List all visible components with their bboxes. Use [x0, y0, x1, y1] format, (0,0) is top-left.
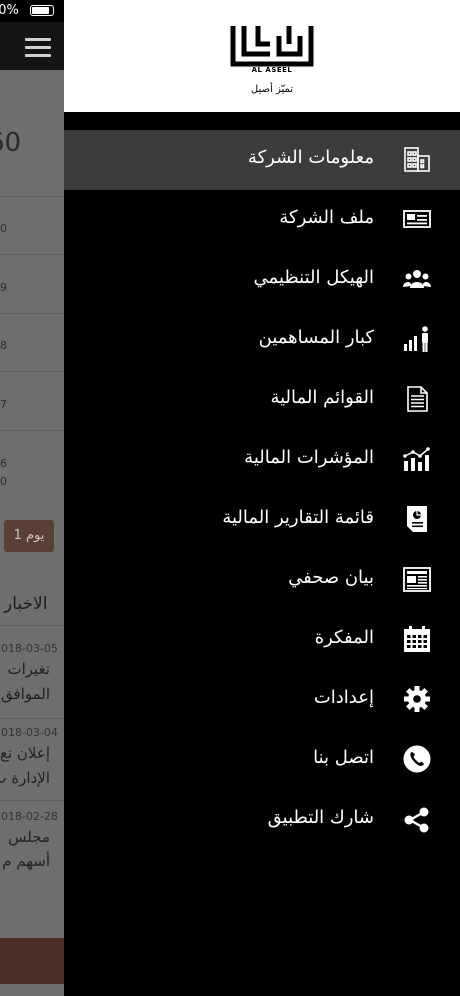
news-date: 2018-02-28 [0, 810, 58, 823]
menu-item-label: إعدادات [313, 687, 374, 708]
table-row: 0 [0, 222, 7, 235]
navigation-drawer: AL ASEEL تميّز أصيل معلومات الشركة ملف ا… [64, 0, 460, 996]
news-text[interactable]: تغيرات [7, 660, 50, 678]
menu-item-major-shareholders[interactable]: كبار المساهمين [64, 310, 460, 370]
drawer-menu: معلومات الشركة ملف الشركة الهيكل التنظيم… [64, 130, 460, 850]
news-text[interactable]: مجلس [8, 828, 50, 846]
bottom-bar [0, 938, 64, 984]
table-row: 8 [0, 339, 7, 352]
newspaper-icon [402, 564, 432, 594]
menu-item-press-release[interactable]: بيان صحفي [64, 550, 460, 610]
news-date: 2018-03-04 [0, 726, 58, 739]
news-text[interactable]: الإدارة ب [0, 769, 50, 787]
price-value: 60 [0, 128, 22, 158]
document-icon [402, 384, 432, 414]
menu-item-label: قائمة التقارير المالية [222, 507, 374, 528]
status-bar: 80% [0, 0, 64, 22]
table-row: 6 [0, 457, 7, 470]
menu-item-company-profile[interactable]: ملف الشركة [64, 190, 460, 250]
menu-item-label: المؤشرات المالية [244, 447, 374, 468]
menu-item-label: معلومات الشركة [247, 147, 374, 168]
building-icon [402, 144, 432, 174]
table-row: 9 [0, 281, 7, 294]
logo-tagline: تميّز أصيل [250, 84, 294, 95]
menu-item-label: ملف الشركة [279, 207, 374, 228]
period-button[interactable]: 1 يوم [4, 520, 54, 552]
drawer-header: AL ASEEL تميّز أصيل [64, 0, 460, 112]
id-card-icon [402, 204, 432, 234]
menu-item-label: المفكرة [314, 627, 374, 648]
hamburger-menu-icon[interactable] [25, 38, 51, 58]
menu-item-financial-reports[interactable]: قائمة التقارير المالية [64, 490, 460, 550]
menu-item-company-info[interactable]: معلومات الشركة [64, 130, 460, 190]
menu-item-financial-statements[interactable]: القوائم المالية [64, 370, 460, 430]
background-screen: 80% 60 0 9 8 7 6 0 1 يوم الاخبار 2018-03… [0, 0, 64, 996]
phone-icon [402, 744, 432, 774]
shareholders-icon [402, 324, 432, 354]
news-text[interactable]: إعلان تع [0, 744, 50, 762]
menu-item-contact-us[interactable]: اتصل بنا [64, 730, 460, 790]
share-icon [402, 804, 432, 834]
menu-item-label: الهيكل التنظيمي [253, 267, 374, 288]
battery-icon [30, 5, 54, 16]
alaseel-logo-mark-icon [230, 26, 314, 67]
table-row: 0 [0, 475, 7, 488]
menu-item-calendar[interactable]: المفكرة [64, 610, 460, 670]
menu-item-label: القوائم المالية [270, 387, 374, 408]
battery-percent: 80% [0, 3, 19, 18]
news-date: 2018-03-05 [0, 642, 58, 655]
group-icon [402, 264, 432, 294]
menu-item-share-app[interactable]: شارك التطبيق [64, 790, 460, 850]
table-row: 7 [0, 398, 7, 411]
alaseel-logo: AL ASEEL [230, 22, 314, 74]
news-text[interactable]: الموافق 8 [0, 685, 50, 703]
gear-icon [402, 684, 432, 714]
menu-item-org-structure[interactable]: الهيكل التنظيمي [64, 250, 460, 310]
logo-text: AL ASEEL [251, 66, 293, 74]
calendar-icon [402, 624, 432, 654]
chart-icon [402, 444, 432, 474]
news-title: الاخبار [4, 594, 48, 614]
menu-item-label: كبار المساهمين [258, 327, 374, 348]
menu-item-settings[interactable]: إعدادات [64, 670, 460, 730]
menu-item-label: بيان صحفي [288, 567, 374, 588]
menu-item-label: اتصل بنا [313, 747, 374, 768]
menu-item-financial-indicators[interactable]: المؤشرات المالية [64, 430, 460, 490]
report-icon [402, 504, 432, 534]
news-text[interactable]: أسهم م [2, 852, 50, 870]
menu-item-label: شارك التطبيق [267, 807, 374, 828]
